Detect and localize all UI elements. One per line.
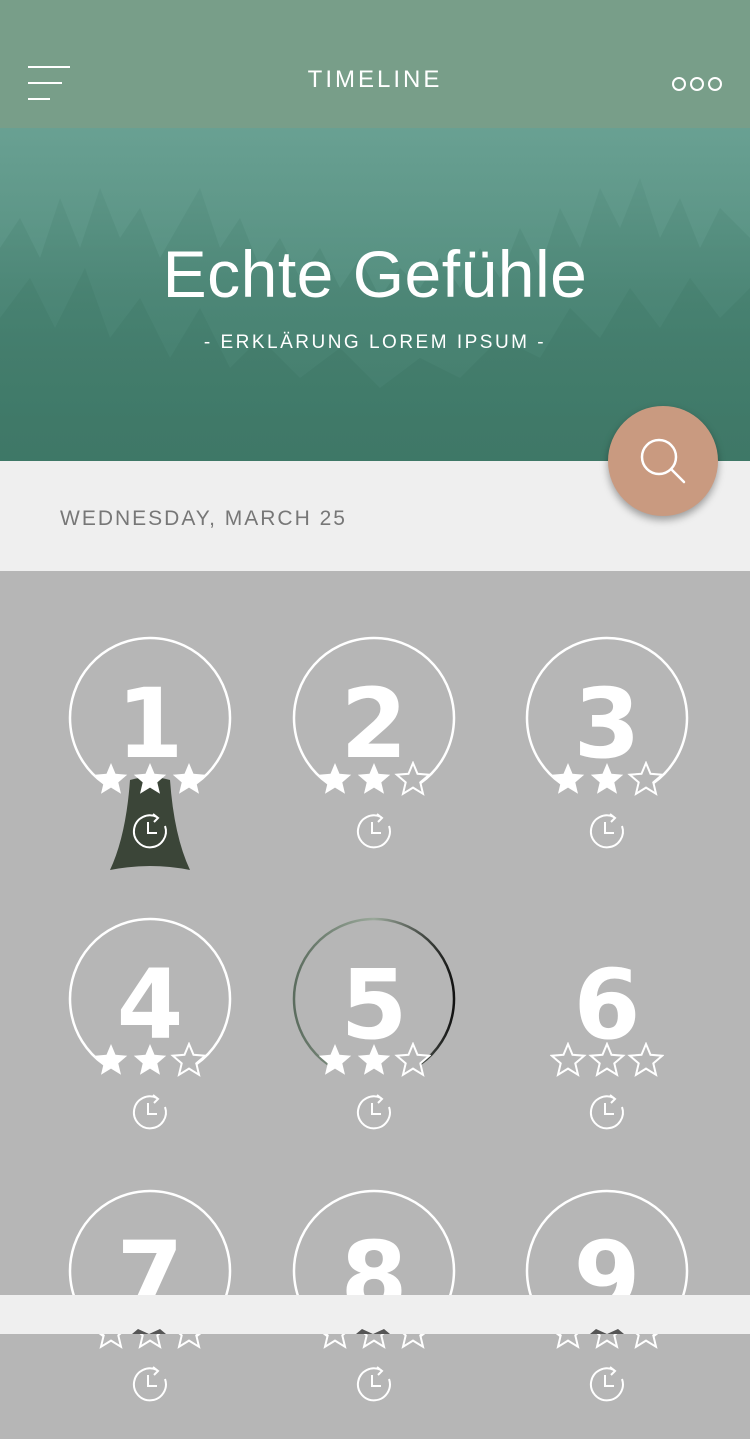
history-icon: [356, 1366, 391, 1402]
star-rating: [318, 761, 431, 796]
level-tile-4[interactable]: 4: [60, 917, 240, 1167]
star-empty-icon: [627, 1042, 664, 1077]
star-filled-icon: [133, 763, 167, 794]
history-icon: [132, 1366, 167, 1402]
star-rating: [94, 763, 206, 794]
star-filled-icon: [94, 1044, 128, 1075]
history-icon: [589, 1366, 624, 1402]
star-empty-icon: [394, 1042, 431, 1077]
tab-indicator-icon: [356, 1329, 390, 1334]
history-icon: [589, 813, 624, 849]
level-tile-3[interactable]: 3: [517, 636, 697, 886]
star-empty-icon: [627, 761, 664, 796]
star-rating: [550, 1042, 664, 1077]
star-empty-icon: [550, 1042, 587, 1077]
level-tile-5[interactable]: 5: [284, 917, 464, 1167]
level-tile-1[interactable]: 1: [60, 636, 240, 886]
star-filled-icon: [357, 763, 391, 794]
history-icon: [132, 1094, 167, 1130]
hero-title: Echte Gefühle: [162, 237, 588, 311]
more-dots-icon[interactable]: [672, 76, 722, 92]
history-icon: [356, 1094, 391, 1130]
history-icon: [356, 813, 391, 849]
star-filled-icon: [318, 1044, 352, 1075]
star-filled-icon: [590, 763, 624, 794]
star-filled-icon: [357, 1044, 391, 1075]
tab-indicator-icon: [132, 1329, 166, 1334]
star-filled-icon: [94, 763, 128, 794]
date-label: WEDNESDAY, MARCH 25: [60, 507, 347, 530]
star-empty-icon: [170, 1042, 207, 1077]
tab-indicator-icon: [590, 1329, 624, 1334]
star-filled-icon: [551, 763, 585, 794]
top-bar: TIMELINE: [0, 0, 750, 128]
bottom-bar: [0, 1295, 750, 1334]
star-filled-icon: [172, 763, 206, 794]
level-tile-2[interactable]: 2: [284, 636, 464, 886]
star-rating: [551, 761, 664, 796]
star-empty-icon: [588, 1042, 626, 1077]
star-rating: [318, 1042, 431, 1077]
page-title: TIMELINE: [307, 66, 443, 93]
star-filled-icon: [318, 763, 352, 794]
search-button[interactable]: [608, 406, 718, 516]
search-icon: [640, 438, 686, 484]
star-rating: [94, 1042, 207, 1077]
history-icon: [132, 813, 167, 849]
star-filled-icon: [133, 1044, 167, 1075]
hero-subtitle: - ERKLÄRUNG LOREM IPSUM -: [203, 332, 547, 353]
level-grid: 123456789: [0, 571, 750, 1402]
level-tile-6[interactable]: 6: [517, 917, 697, 1167]
history-icon: [589, 1094, 624, 1130]
star-empty-icon: [394, 761, 431, 796]
